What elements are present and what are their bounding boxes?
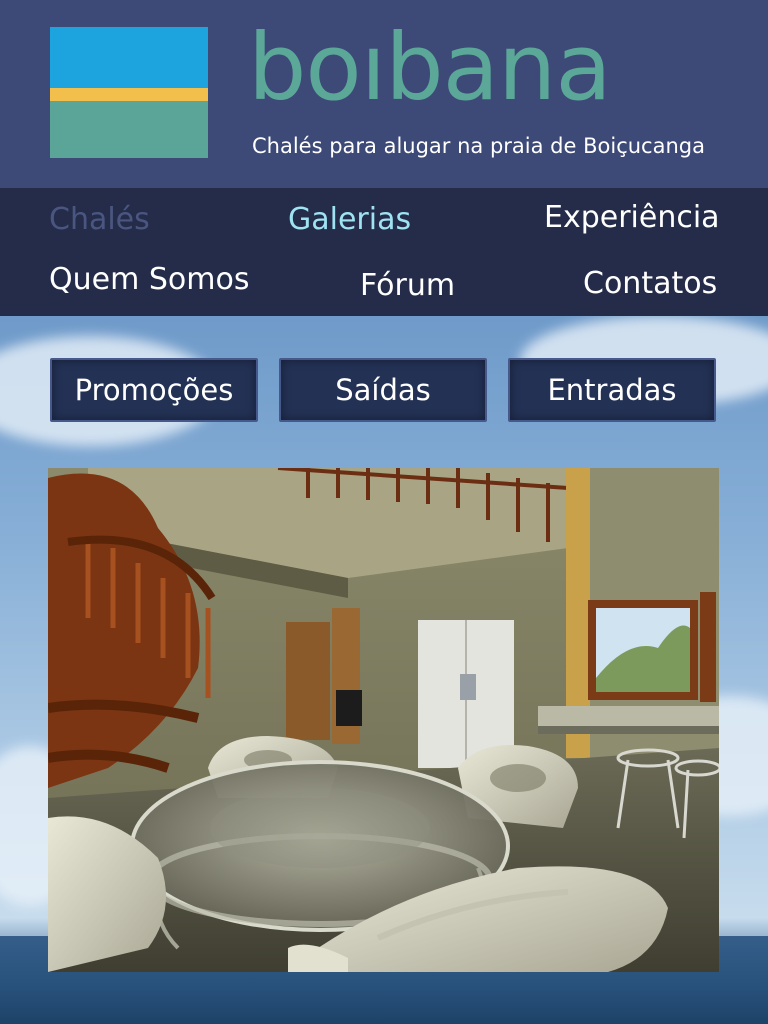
brand-name[interactable]: boıbana	[248, 8, 612, 128]
nav-item-galerias[interactable]: Galerias	[288, 202, 411, 237]
main-nav: Chalés Galerias Experiência Quem Somos F…	[0, 188, 768, 316]
site-header: boıbana Chalés para alugar na praia de B…	[0, 0, 768, 188]
nav-item-chales[interactable]: Chalés	[49, 202, 150, 237]
nav-item-experiencia[interactable]: Experiência	[544, 200, 720, 235]
gallery-image[interactable]	[48, 468, 719, 972]
saidas-button[interactable]: Saídas	[279, 358, 487, 422]
entradas-button[interactable]: Entradas	[508, 358, 716, 422]
promocoes-button[interactable]: Promoções	[50, 358, 258, 422]
logo-emblem[interactable]	[50, 27, 208, 158]
nav-item-forum[interactable]: Fórum	[360, 268, 455, 303]
nav-item-quem-somos[interactable]: Quem Somos	[49, 262, 249, 297]
nav-item-contatos[interactable]: Contatos	[583, 266, 717, 301]
brand-tagline: Chalés para alugar na praia de Boiçucang…	[252, 134, 705, 158]
